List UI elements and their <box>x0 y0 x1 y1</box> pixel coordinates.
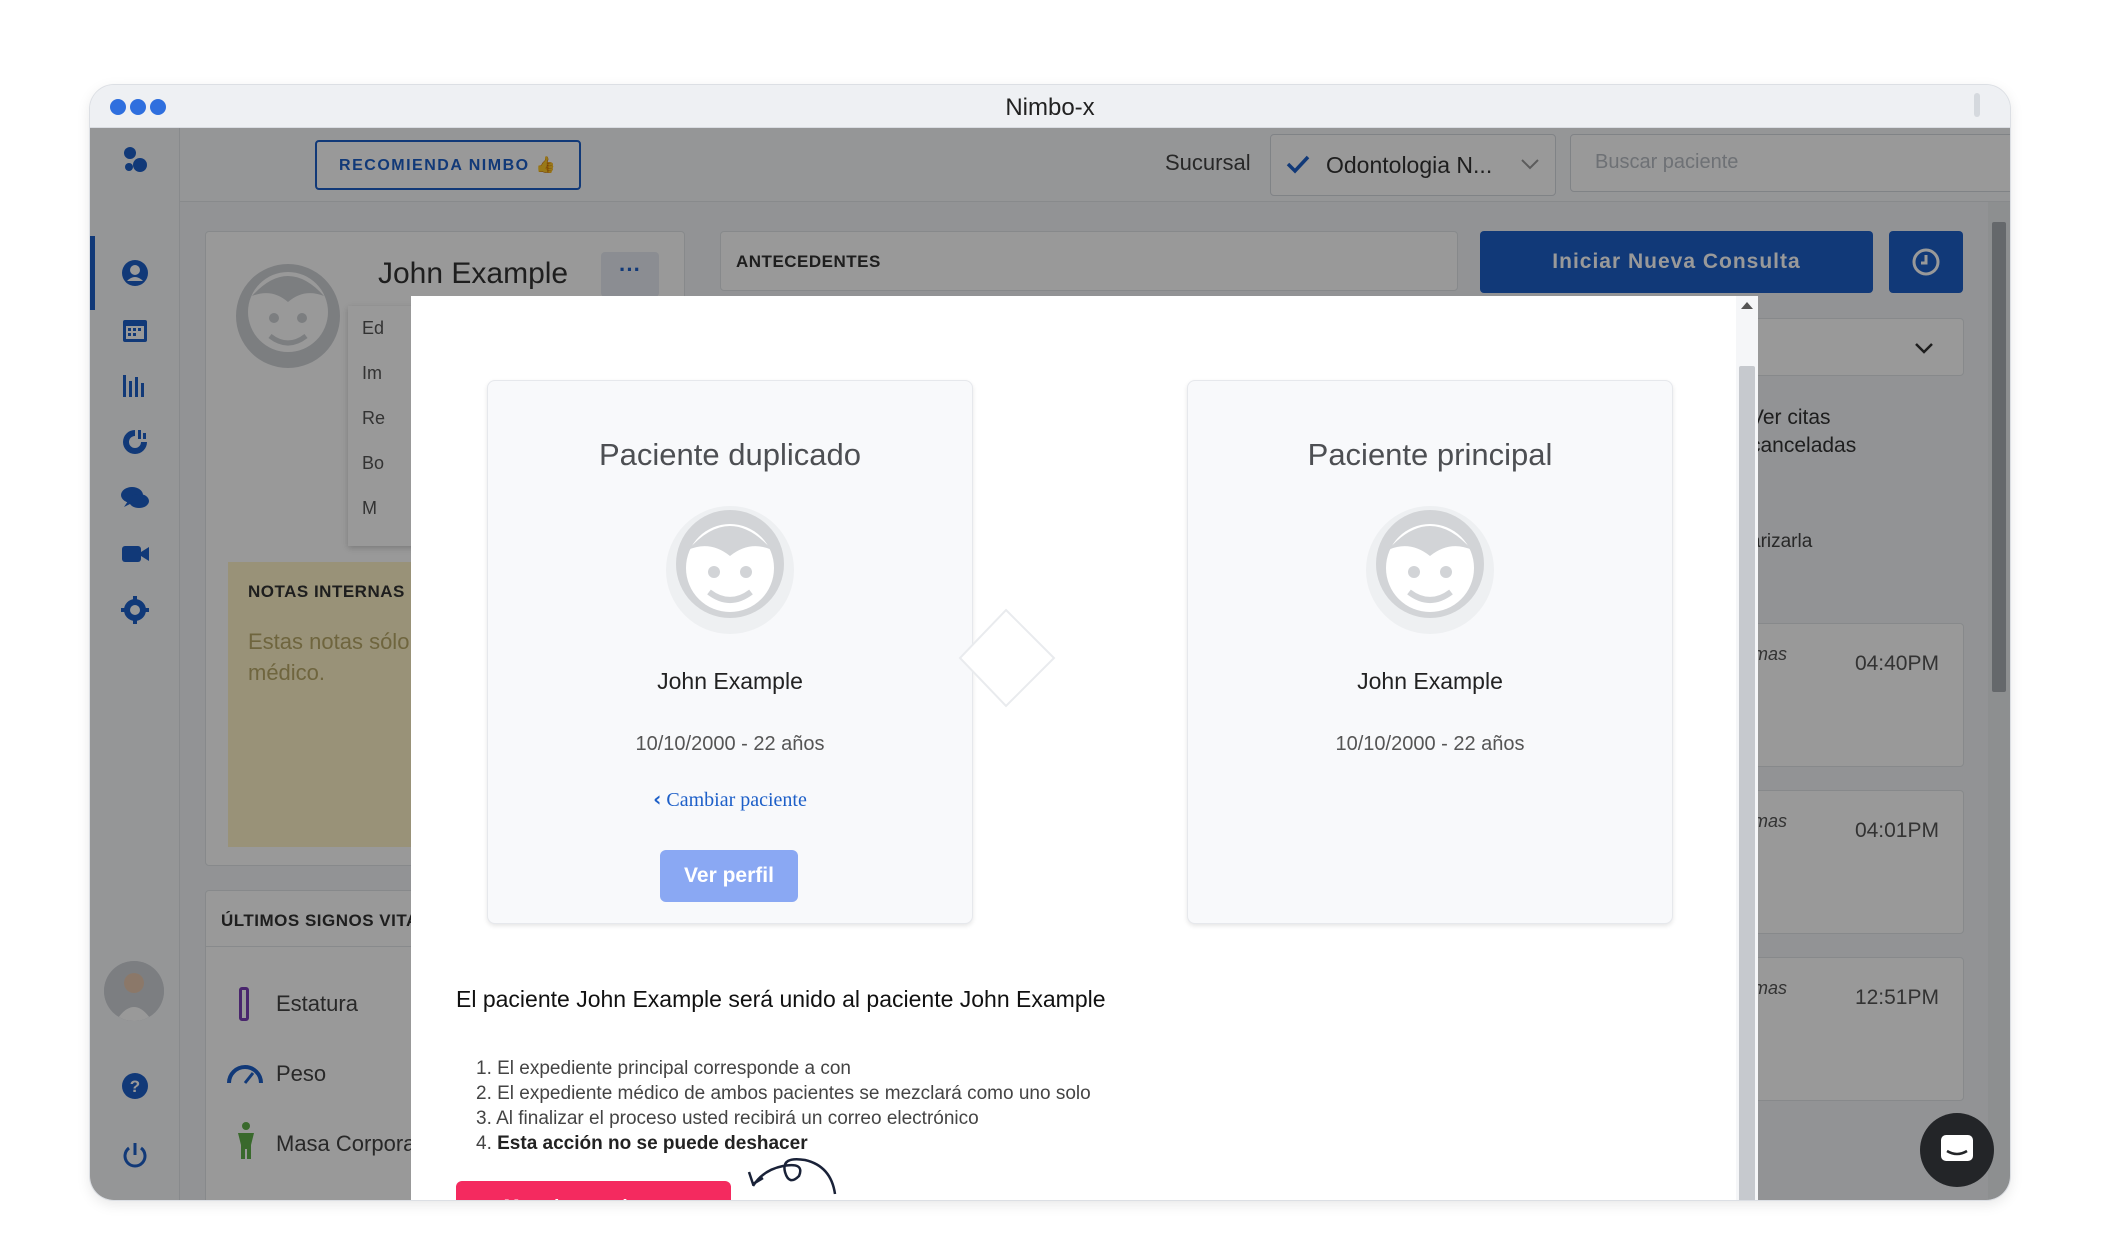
scroll-up-icon[interactable] <box>1741 302 1753 309</box>
merge-step: 3. Al finalizar el proceso usted recibir… <box>476 1108 979 1129</box>
titlebar-handle <box>1974 93 1980 117</box>
merge-step: 1. El expediente principal corresponde a… <box>476 1058 851 1079</box>
change-patient-link[interactable]: ‹ Cambiar paciente <box>488 787 972 812</box>
merge-arrow-icon <box>958 608 1056 708</box>
chevron-left-icon: ‹ <box>653 787 662 811</box>
merge-patients-button[interactable]: Mezclar pacientes <box>456 1181 731 1200</box>
principal-patient-dob: 10/10/2000 - 22 años <box>1335 733 1525 755</box>
principal-patient-name: John Example <box>1357 668 1503 694</box>
duplicate-patient-name: John Example <box>657 668 803 694</box>
window-title: Nimbo-x <box>1005 94 1095 121</box>
modal-scrollbar[interactable] <box>1736 296 1758 1200</box>
merge-summary: El paciente John Example será unido al p… <box>456 986 1106 1012</box>
app-body: ? RECOMIENDA NIMBO 👍 Sucursal Odontologi… <box>90 128 2010 1200</box>
principal-heading: Paciente principal <box>1307 437 1553 472</box>
app-window: Nimbo-x ? RECOMIENDA NIMBO 👍 Sucursal Od… <box>90 85 2010 1200</box>
view-profile-button[interactable]: Ver perfil <box>660 850 798 902</box>
duplicate-heading: Paciente duplicado <box>599 437 861 472</box>
duplicate-patient-dob: 10/10/2000 - 22 años <box>635 733 825 755</box>
title-bar: Nimbo-x <box>90 85 2010 128</box>
merge-patients-modal: Paciente duplicado John Example 10/10/20… <box>411 296 1758 1200</box>
duplicate-avatar-icon <box>666 506 794 634</box>
duplicate-patient-card: Paciente duplicado John Example 10/10/20… <box>487 380 973 924</box>
curly-arrow-icon <box>747 1158 837 1195</box>
principal-patient-card: Paciente principal John Example 10/10/20… <box>1187 380 1673 924</box>
modal-scroll-thumb[interactable] <box>1739 366 1755 1200</box>
merge-step: 2. El expediente médico de ambos pacient… <box>476 1083 1091 1104</box>
support-chat-button[interactable] <box>1920 1113 1994 1187</box>
principal-avatar-icon <box>1366 506 1494 634</box>
merge-steps: 1. El expediente principal corresponde a… <box>476 1056 1091 1156</box>
chat-bubble-icon <box>1941 1135 1973 1161</box>
